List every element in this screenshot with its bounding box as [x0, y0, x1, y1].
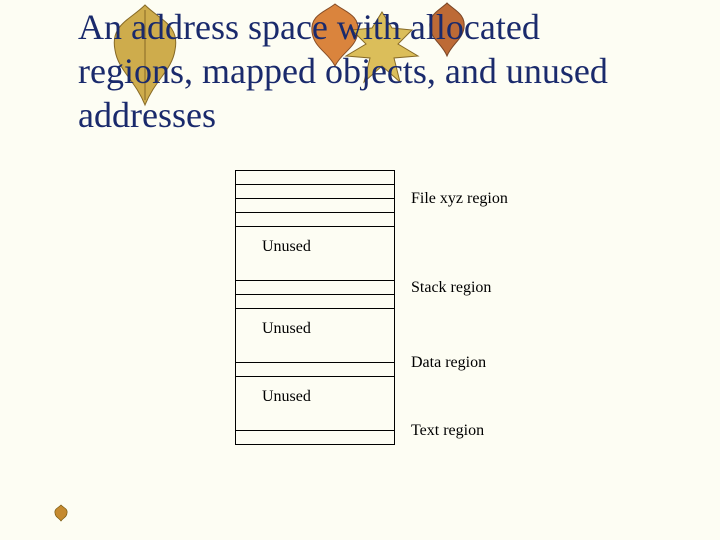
- allocated-region: Data region: [236, 349, 394, 377]
- allocated-region: Text region: [236, 417, 394, 445]
- page-row: [236, 171, 394, 185]
- region-label: Data region: [411, 354, 486, 372]
- page-row: [236, 213, 394, 227]
- region-label: Text region: [411, 422, 484, 440]
- page-row: [236, 295, 394, 309]
- page-row: [236, 267, 394, 281]
- page-row: [236, 349, 394, 363]
- address-space-diagram: File xyz region Unused Stack region Unused D…: [235, 170, 585, 445]
- unused-region: Unused: [236, 227, 394, 267]
- unused-region: Unused: [236, 377, 394, 417]
- unused-label: Unused: [262, 320, 311, 338]
- unused-region: Unused: [236, 309, 394, 349]
- leaf-decoration: [52, 504, 70, 522]
- unused-label: Unused: [262, 238, 311, 256]
- region-label: Stack region: [411, 279, 491, 297]
- page-row: [236, 199, 394, 213]
- page-row: [236, 281, 394, 295]
- slide-title: An address space with allocated regions,…: [78, 6, 638, 138]
- allocated-region: File xyz region: [236, 171, 394, 227]
- page-row: [236, 431, 394, 445]
- page-row: [236, 417, 394, 431]
- allocated-region: Stack region: [236, 267, 394, 309]
- page-row: [236, 185, 394, 199]
- region-label: File xyz region: [411, 190, 508, 208]
- page-row: [236, 363, 394, 377]
- unused-label: Unused: [262, 388, 311, 406]
